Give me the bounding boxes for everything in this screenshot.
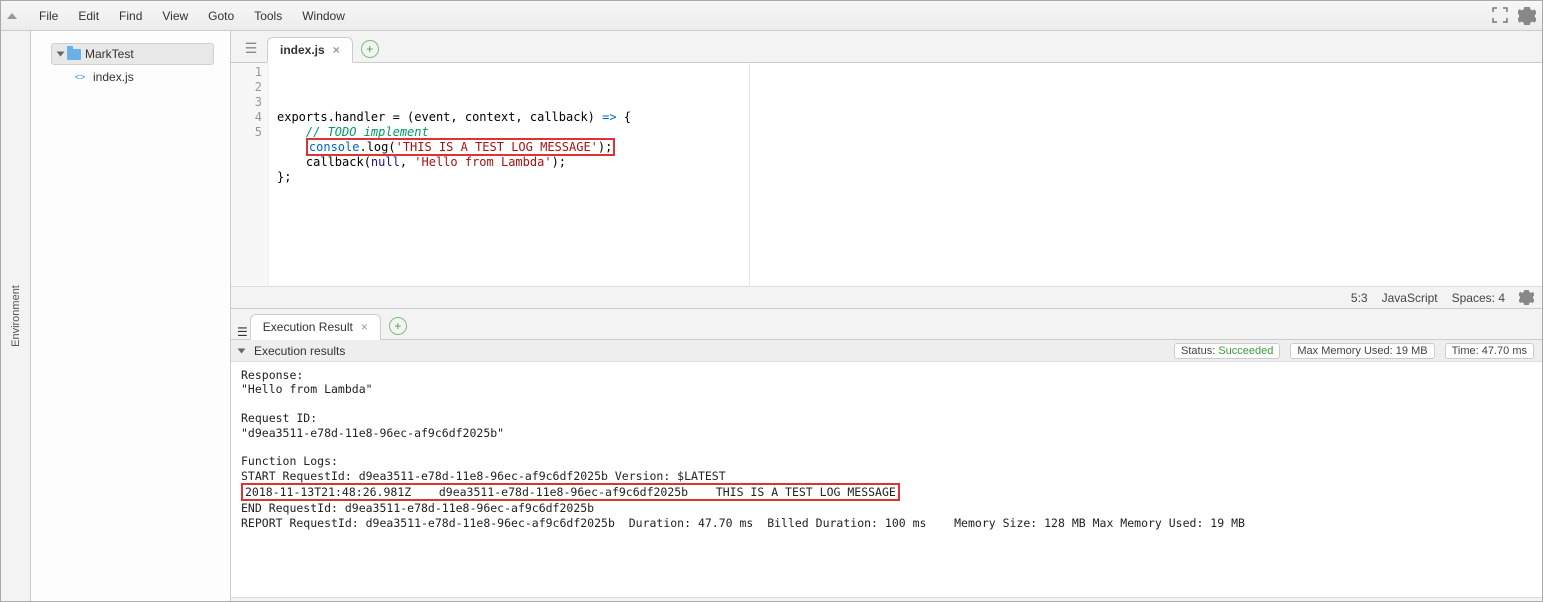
line-gutter: 1 2 3 4 5 [231, 63, 269, 286]
code-token: ); [552, 155, 566, 169]
menu-edit[interactable]: Edit [68, 5, 109, 27]
execution-results-header: Execution results Status: Succeeded Max … [231, 340, 1542, 362]
indent-mode[interactable]: Spaces: 4 [1452, 291, 1505, 305]
folder-icon [67, 49, 81, 60]
execution-log-body[interactable]: Response: "Hello from Lambda" Request ID… [231, 362, 1542, 597]
tree-file-name: index.js [93, 70, 134, 84]
time-value: 47.70 ms [1482, 345, 1527, 357]
editor-tab-row: ☰ index.js × + [231, 31, 1542, 63]
line-number: 3 [231, 95, 262, 110]
tab-label: index.js [280, 43, 325, 57]
bottom-divider [231, 597, 1542, 601]
code-token: .log( [359, 140, 395, 154]
cursor-position: 5:3 [1351, 291, 1368, 305]
language-mode[interactable]: JavaScript [1382, 291, 1438, 305]
app-window: File Edit Find View Goto Tools Window En… [0, 0, 1543, 602]
bottom-tab-row: ☰ Execution Result × + [231, 308, 1542, 340]
tab-label: Execution Result [263, 320, 353, 334]
menu-find[interactable]: Find [109, 5, 152, 27]
environment-side-tab[interactable]: Environment [1, 31, 31, 601]
code-token: , [400, 155, 414, 169]
code-token [277, 140, 306, 154]
editor-settings-gear-icon[interactable] [1519, 290, 1534, 305]
new-tab-button[interactable]: + [361, 40, 379, 58]
main-area: Environment MarkTest <> index.js ☰ index… [1, 31, 1542, 601]
close-tab-icon[interactable]: × [361, 320, 368, 334]
editor-column: ☰ index.js × + 1 2 3 4 5 exports.handler… [231, 31, 1542, 601]
menu-goto[interactable]: Goto [198, 5, 244, 27]
memory-chip: Max Memory Used: 19 MB [1290, 343, 1434, 359]
tab-execution-result[interactable]: Execution Result × [250, 314, 381, 340]
code-token: // TODO implement [277, 125, 429, 139]
code-token: .handler = (event, context, callback) [328, 110, 603, 124]
memory-label: Max Memory Used: [1297, 345, 1392, 357]
menu-bar: File Edit Find View Goto Tools Window [1, 1, 1542, 31]
chevron-down-icon [57, 52, 65, 57]
code-editor[interactable]: 1 2 3 4 5 exports.handler = (event, cont… [231, 63, 1542, 286]
bottom-tab-overflow-icon[interactable]: ☰ [237, 325, 248, 339]
highlighted-log-line: 2018-11-13T21:48:26.981Z d9ea3511-e78d-1… [241, 483, 900, 501]
line-number: 5 [231, 125, 262, 140]
editor-status-bar: 5:3 JavaScript Spaces: 4 [231, 286, 1542, 308]
environment-label: Environment [10, 285, 22, 347]
code-token: null [371, 155, 400, 169]
fullscreen-icon[interactable] [1492, 7, 1510, 25]
tab-overflow-icon[interactable]: ☰ [241, 38, 261, 58]
code-token: 'Hello from Lambda' [414, 155, 551, 169]
log-post: END RequestId: d9ea3511-e78d-11e8-96ec-a… [241, 501, 1245, 529]
tab-indexjs[interactable]: index.js × [267, 37, 353, 63]
js-file-icon: <> [73, 70, 87, 84]
file-tree: MarkTest <> index.js [31, 31, 231, 601]
code-token: => [602, 110, 616, 124]
time-label: Time: [1452, 345, 1479, 357]
line-number: 4 [231, 110, 262, 125]
menu-window[interactable]: Window [292, 5, 355, 27]
tree-file-indexjs[interactable]: <> index.js [35, 67, 226, 87]
menu-view[interactable]: View [152, 5, 198, 27]
memory-value: 19 MB [1396, 345, 1428, 357]
chevron-down-icon[interactable] [238, 348, 246, 353]
code-token: exports [277, 110, 328, 124]
code-body[interactable]: exports.handler = (event, context, callb… [269, 63, 1542, 286]
code-token: 'THIS IS A TEST LOG MESSAGE' [396, 140, 598, 154]
settings-gear-icon[interactable] [1518, 7, 1536, 25]
status-chip: Status: Succeeded [1174, 343, 1280, 359]
code-token: { [617, 110, 631, 124]
execution-results-title: Execution results [254, 344, 345, 358]
time-chip: Time: 47.70 ms [1445, 343, 1534, 359]
status-value: Succeeded [1218, 345, 1273, 357]
new-bottom-tab-button[interactable]: + [389, 317, 407, 335]
print-margin-line [749, 63, 750, 286]
menu-file[interactable]: File [29, 5, 68, 27]
code-token: ); [598, 140, 612, 154]
status-label: Status: [1181, 345, 1215, 357]
line-number: 1 [231, 65, 262, 80]
code-token: console [309, 140, 360, 154]
tree-root-folder[interactable]: MarkTest [51, 43, 214, 65]
log-pre: Response: "Hello from Lambda" Request ID… [241, 368, 726, 483]
close-tab-icon[interactable]: × [333, 43, 340, 57]
collapse-triangle-icon[interactable] [7, 13, 17, 19]
line-number: 2 [231, 80, 262, 95]
menu-tools[interactable]: Tools [244, 5, 292, 27]
code-token: }; [277, 170, 291, 184]
code-token: callback( [277, 155, 371, 169]
root-folder-name: MarkTest [85, 47, 134, 61]
